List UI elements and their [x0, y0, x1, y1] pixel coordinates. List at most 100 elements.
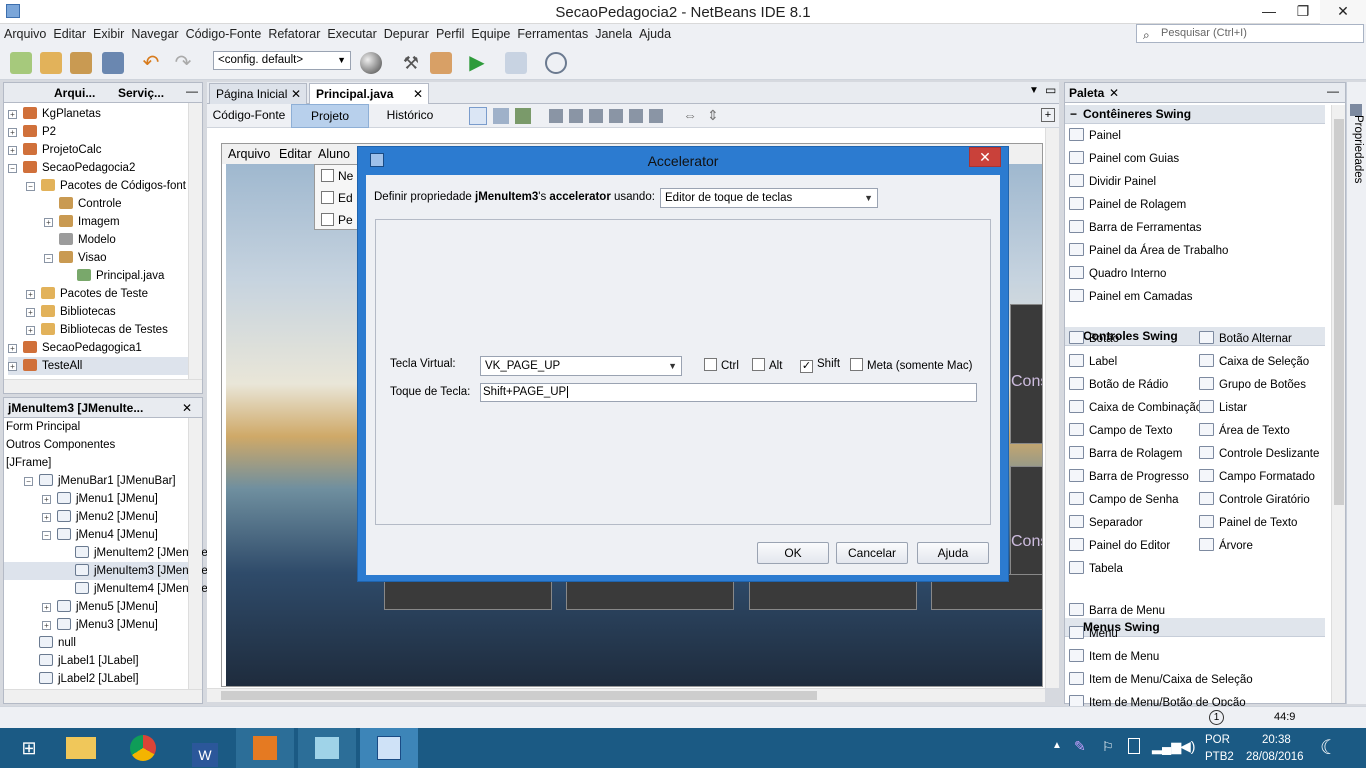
close-window-button[interactable]: ✕ [1320, 0, 1366, 24]
redo-icon[interactable]: ↷ [172, 52, 194, 74]
close-icon[interactable]: ✕ [182, 401, 192, 415]
tree-item[interactable]: Form Principal [4, 418, 188, 436]
dialog-close-button[interactable]: ✕ [969, 147, 1001, 167]
expand-toggle-icon[interactable]: + [42, 495, 51, 504]
open-project-icon[interactable] [70, 52, 92, 74]
menu-item[interactable]: Navegar [127, 24, 181, 41]
expand-toggle-icon[interactable]: + [42, 513, 51, 522]
tree-item[interactable]: + ProjetoCalc [8, 141, 188, 159]
navigator-hscroll[interactable] [4, 689, 202, 703]
network-icon[interactable]: ▂▄▆ [1152, 739, 1181, 755]
app-icon[interactable] [298, 728, 356, 768]
run-icon[interactable]: ▶ [466, 52, 488, 74]
palette-item[interactable]: Quadro Interno [1069, 264, 1166, 284]
menu-item[interactable]: Arquivo [0, 24, 49, 41]
new-project-icon[interactable] [40, 52, 62, 74]
expand-toggle-icon[interactable]: + [8, 344, 17, 353]
palette-item[interactable]: Painel com Guias [1069, 149, 1179, 169]
menu-item[interactable]: Ajuda [635, 24, 674, 41]
palette-item[interactable]: Menu [1069, 624, 1118, 644]
tree-item[interactable]: [JFrame] [4, 454, 188, 472]
palette-item[interactable]: Caixa de Seleção [1199, 352, 1309, 372]
search-input[interactable]: ⌕ Pesquisar (Ctrl+I) [1136, 24, 1364, 43]
file-explorer-icon[interactable] [52, 728, 110, 768]
view-history[interactable]: Histórico [371, 104, 449, 128]
action-center-icon[interactable]: ⚐ [1102, 739, 1114, 755]
expand-toggle-icon[interactable]: + [8, 128, 17, 137]
menu-item[interactable]: Depurar [380, 24, 432, 41]
tree-item[interactable]: null [4, 634, 188, 652]
tree-item[interactable]: Controle [8, 195, 188, 213]
tree-item[interactable]: − SecaoPedagocia2 [8, 159, 188, 177]
tab-arquivos[interactable]: Arqui... [54, 86, 95, 100]
tree-item[interactable]: + jMenu2 [JMenu] [4, 508, 188, 526]
tree-item[interactable]: + Bibliotecas de Testes [8, 321, 188, 339]
expand-toggle-icon[interactable]: − [24, 477, 33, 486]
canvas-hscroll[interactable] [207, 688, 1045, 702]
tree-item[interactable]: + SecaoPedagogica1 [8, 339, 188, 357]
word-icon[interactable]: W [176, 728, 234, 768]
palette-item[interactable]: Tabela [1069, 559, 1123, 579]
tree-item[interactable]: + KgPlanetas [8, 105, 188, 123]
tree-item[interactable]: − jMenuBar1 [JMenuBar] [4, 472, 188, 490]
preview-icon[interactable] [515, 108, 531, 124]
view-source[interactable]: Código-Fonte [209, 104, 289, 128]
palette-item[interactable]: Botão Alternar [1199, 329, 1292, 349]
volume-icon[interactable]: ◀) [1180, 738, 1195, 755]
palette-item[interactable]: Controle Giratório [1199, 490, 1310, 510]
form-menu-arquivo[interactable]: Arquivo [228, 147, 270, 161]
tree-item[interactable]: − Pacotes de Códigos-font [8, 177, 188, 195]
tab-pagina-inicial[interactable]: Página Inicial ✕ [209, 83, 307, 104]
tray-expand-icon[interactable]: ▲ [1052, 740, 1062, 751]
form-menu-aluno[interactable]: Aluno [318, 147, 350, 161]
projects-hscroll[interactable] [4, 379, 202, 393]
tree-item[interactable]: + Imagem [8, 213, 188, 231]
virtual-key-select[interactable]: VK_PAGE_UP ▼ [480, 356, 682, 376]
align-buttons-icon[interactable] [549, 109, 667, 123]
tree-item[interactable]: Outros Componentes [4, 436, 188, 454]
canvas-hscroll-thumb[interactable] [221, 691, 817, 700]
menu-item[interactable]: Código-Fonte [182, 24, 265, 41]
tree-item[interactable]: + jMenu3 [JMenu] [4, 616, 188, 634]
expand-icon[interactable]: + [1041, 108, 1055, 122]
tree-item[interactable]: + Pacotes de Teste [8, 285, 188, 303]
media-player-icon[interactable] [236, 728, 294, 768]
connection-mode-icon[interactable] [493, 108, 509, 124]
checkbox-box[interactable]: ✓ [800, 360, 813, 373]
palette-item[interactable]: Área de Texto [1199, 421, 1290, 441]
tree-item[interactable]: jLabel2 [JLabel] [4, 670, 188, 688]
close-icon[interactable]: ✕ [291, 87, 301, 101]
expand-toggle-icon[interactable]: + [42, 603, 51, 612]
keyboard-layout[interactable]: PTB2 [1205, 751, 1234, 763]
expand-toggle-icon[interactable]: + [44, 218, 53, 227]
expand-toggle-icon[interactable]: − [8, 164, 17, 173]
close-icon[interactable]: ✕ [413, 87, 423, 101]
palette-vscroll[interactable] [1331, 105, 1345, 703]
battery-icon[interactable] [1128, 738, 1140, 754]
tree-item[interactable]: Modelo [8, 231, 188, 249]
maximize-button[interactable]: ❐ [1286, 0, 1320, 24]
editor-type-select[interactable]: Editor de toque de teclas ▼ [660, 188, 878, 208]
popup-item-label[interactable]: Ed [338, 191, 353, 205]
profile-icon[interactable] [545, 52, 567, 74]
undo-icon[interactable]: ↶ [140, 52, 162, 74]
clock-time[interactable]: 20:38 [1262, 734, 1291, 746]
palette-item[interactable]: Dividir Painel [1069, 172, 1156, 192]
expand-toggle-icon[interactable]: + [8, 362, 17, 371]
chevron-down-icon[interactable]: ▼ [1029, 85, 1039, 96]
tab-principal-java[interactable]: Principal.java ✕ [309, 83, 429, 104]
palette-item[interactable]: Controle Deslizante [1199, 444, 1319, 464]
tree-item[interactable]: − jMenu4 [JMenu] [4, 526, 188, 544]
menu-item[interactable]: Janela [591, 24, 635, 41]
tree-item[interactable]: + jMenu5 [JMenu] [4, 598, 188, 616]
popup-item-label[interactable]: Ne [338, 169, 353, 183]
build-hammer-icon[interactable]: ⚒ [400, 52, 422, 74]
tree-item[interactable]: jMenuItem2 [JMenuIte [4, 544, 208, 562]
expand-toggle-icon[interactable]: + [8, 110, 17, 119]
menu-item[interactable]: Equipe [467, 24, 513, 41]
horizontal-resize-icon[interactable]: ⇔ [683, 107, 697, 123]
tree-item[interactable]: Principal.java [8, 267, 188, 285]
palette-item[interactable]: Separador [1069, 513, 1143, 533]
debug-icon[interactable] [505, 52, 527, 74]
notifications-icon[interactable]: ☾ [1320, 735, 1338, 760]
